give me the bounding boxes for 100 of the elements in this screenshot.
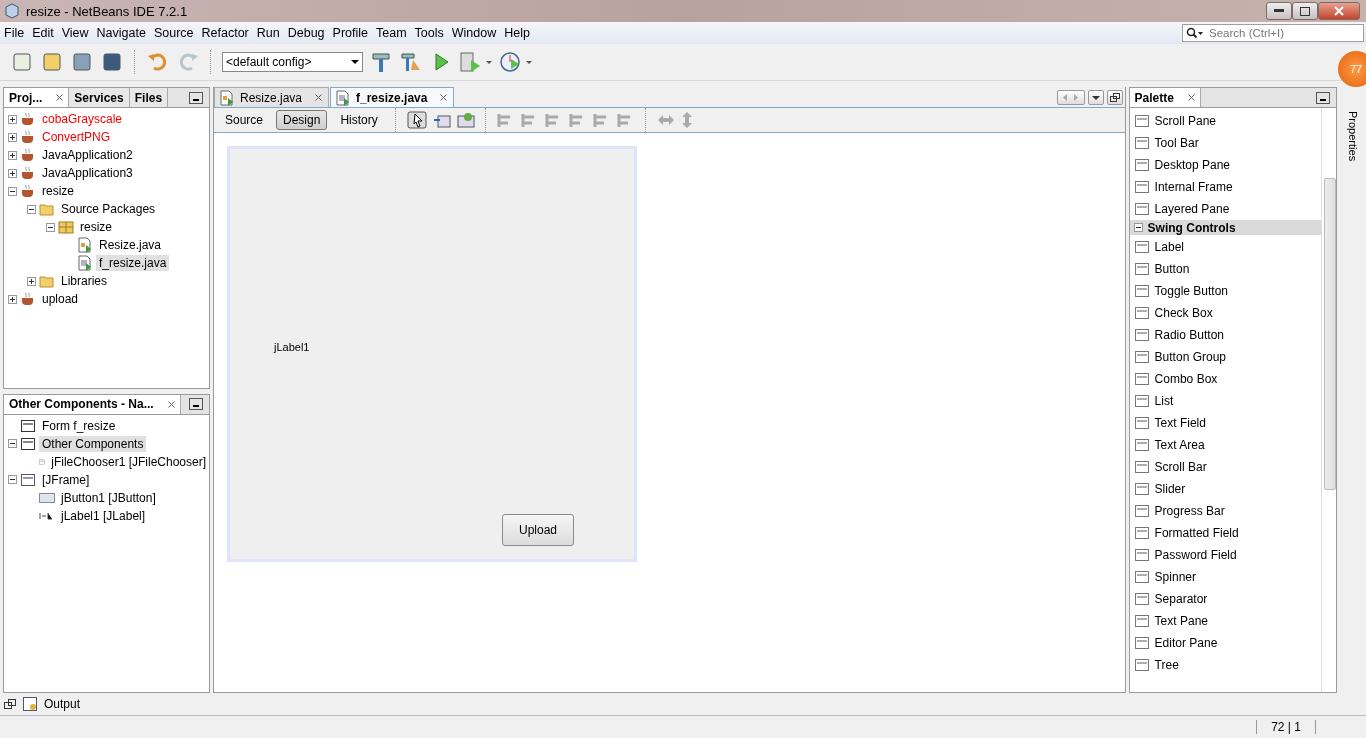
component-node[interactable]: jFileChooser1 [JFileChooser] bbox=[48, 453, 209, 470]
view-tab[interactable]: Source bbox=[218, 110, 271, 130]
project-node[interactable]: JavaApplication2 bbox=[39, 147, 136, 163]
search-field[interactable]: Search (Ctrl+I) bbox=[1182, 24, 1364, 42]
collapse-icon[interactable] bbox=[8, 439, 17, 448]
palette-item[interactable]: Separator bbox=[1154, 592, 1208, 606]
menu-item[interactable]: Team bbox=[372, 26, 411, 40]
close-icon[interactable] bbox=[315, 94, 323, 101]
expand-icon[interactable] bbox=[27, 276, 36, 286]
collapse-icon[interactable] bbox=[1133, 223, 1143, 232]
panel-tab[interactable]: Palette bbox=[1129, 88, 1201, 107]
palette-item[interactable]: Text Area bbox=[1154, 438, 1205, 452]
menu-item[interactable]: View bbox=[57, 26, 93, 40]
menu-item[interactable]: Profile bbox=[328, 26, 372, 40]
palette-item[interactable]: Progress Bar bbox=[1154, 504, 1225, 518]
output-tab[interactable]: Output bbox=[44, 697, 81, 711]
editor-tab[interactable]: f_resize.java bbox=[330, 87, 455, 107]
project-node[interactable]: f_resize.java bbox=[96, 255, 170, 271]
menu-item[interactable]: Run bbox=[252, 26, 284, 40]
menu-item[interactable]: Refactor bbox=[197, 26, 253, 40]
palette-item[interactable]: Toggle Button bbox=[1154, 284, 1228, 298]
palette-category[interactable]: Swing Controls bbox=[1129, 220, 1322, 235]
selection-mode-icon[interactable] bbox=[406, 111, 427, 129]
collapse-icon[interactable] bbox=[46, 222, 55, 232]
close-icon[interactable] bbox=[167, 400, 175, 408]
palette-item[interactable]: Formatted Field bbox=[1154, 526, 1239, 540]
close-icon[interactable] bbox=[56, 94, 64, 101]
component-node[interactable]: jButton1 [JButton] bbox=[58, 489, 159, 506]
project-node[interactable]: Libraries bbox=[58, 273, 111, 289]
expand-icon[interactable] bbox=[8, 150, 17, 160]
project-node[interactable]: resize bbox=[39, 183, 77, 199]
palette-item[interactable]: Button Group bbox=[1154, 350, 1226, 364]
palette-item[interactable]: Editor Pane bbox=[1154, 636, 1218, 650]
view-tab[interactable]: History bbox=[333, 110, 385, 130]
minimize-button[interactable] bbox=[189, 398, 203, 410]
properties-tab[interactable]: Properties bbox=[1347, 111, 1359, 162]
collapse-icon[interactable] bbox=[27, 204, 36, 214]
close-icon[interactable] bbox=[440, 94, 448, 101]
menu-item[interactable]: Edit bbox=[28, 26, 58, 40]
component-node[interactable]: [JFrame] bbox=[39, 471, 93, 488]
project-node[interactable]: cobaGrayscale bbox=[39, 111, 126, 127]
palette-item[interactable]: Layered Pane bbox=[1154, 202, 1230, 216]
search-icon[interactable] bbox=[1186, 27, 1204, 39]
profile-icon[interactable] bbox=[499, 50, 533, 74]
expand-icon[interactable] bbox=[8, 168, 17, 178]
menu-item[interactable]: Source bbox=[149, 26, 198, 40]
save-all-icon[interactable] bbox=[100, 50, 124, 74]
panel-tab[interactable]: Files bbox=[129, 88, 169, 107]
collapse-icon[interactable] bbox=[8, 186, 17, 196]
palette-item[interactable]: Internal Frame bbox=[1154, 180, 1233, 194]
project-node[interactable]: Source Packages bbox=[58, 201, 159, 217]
menu-item[interactable]: Tools bbox=[410, 26, 448, 40]
palette-item[interactable]: Check Box bbox=[1154, 306, 1213, 320]
new-project-icon[interactable] bbox=[40, 50, 64, 74]
panel-tab[interactable]: Proj... bbox=[4, 88, 70, 107]
upload-button[interactable]: Upload bbox=[502, 514, 574, 546]
project-node[interactable]: resize bbox=[77, 219, 115, 235]
new-file-icon[interactable] bbox=[10, 50, 34, 74]
palette-item[interactable]: Text Field bbox=[1154, 416, 1206, 430]
editor-tab[interactable]: Resize.java bbox=[214, 87, 330, 107]
config-dropdown[interactable]: <default config> bbox=[222, 52, 363, 72]
palette-item[interactable]: Tool Bar bbox=[1154, 136, 1199, 150]
component-node[interactable]: Form f_resize bbox=[39, 417, 119, 434]
expand-icon[interactable] bbox=[8, 132, 17, 142]
palette-item[interactable]: Scroll Bar bbox=[1154, 460, 1207, 474]
component-node[interactable]: Other Components bbox=[39, 435, 147, 452]
restore-button[interactable] bbox=[1106, 89, 1123, 105]
menu-item[interactable]: Window bbox=[447, 26, 501, 40]
palette-item[interactable]: Tree bbox=[1154, 658, 1179, 672]
tab-list-button[interactable] bbox=[1087, 89, 1104, 105]
palette-item[interactable]: Spinner bbox=[1154, 570, 1196, 584]
hammer-icon[interactable] bbox=[369, 50, 393, 74]
palette-item[interactable]: Button bbox=[1154, 262, 1190, 276]
menu-item[interactable]: File bbox=[0, 26, 29, 40]
expand-icon[interactable] bbox=[8, 294, 17, 304]
panel-tab[interactable]: Services bbox=[69, 88, 130, 107]
menu-item[interactable]: Help bbox=[500, 26, 534, 40]
minimize-button[interactable] bbox=[189, 91, 203, 104]
minimize-button[interactable] bbox=[1266, 2, 1292, 20]
menu-item[interactable]: Debug bbox=[283, 26, 329, 40]
project-node[interactable]: ConvertPNG bbox=[39, 129, 114, 145]
project-node[interactable]: upload bbox=[39, 291, 82, 307]
palette-item[interactable]: Desktop Pane bbox=[1154, 158, 1230, 172]
panel-tab[interactable]: Other Components - Na... bbox=[4, 394, 181, 414]
expand-icon[interactable] bbox=[8, 114, 17, 124]
close-button[interactable] bbox=[1318, 2, 1360, 20]
project-node[interactable]: JavaApplication3 bbox=[39, 165, 136, 181]
scrollbar[interactable] bbox=[1321, 108, 1337, 692]
view-tab[interactable]: Design bbox=[276, 110, 328, 130]
palette-item[interactable]: Password Field bbox=[1154, 548, 1237, 562]
palette-item[interactable]: Label bbox=[1154, 240, 1184, 254]
palette-item[interactable]: List bbox=[1154, 394, 1174, 408]
palette-item[interactable]: Combo Box bbox=[1154, 372, 1218, 386]
palette-item[interactable]: Radio Button bbox=[1154, 328, 1224, 342]
project-node[interactable]: Resize.java bbox=[96, 237, 165, 253]
minimize-button[interactable] bbox=[1316, 91, 1331, 104]
maximize-button[interactable] bbox=[1292, 2, 1318, 20]
component-node[interactable]: jLabel1 [JLabel] bbox=[58, 507, 149, 524]
palette-item[interactable]: Slider bbox=[1154, 482, 1186, 496]
collapse-icon[interactable] bbox=[8, 475, 17, 484]
